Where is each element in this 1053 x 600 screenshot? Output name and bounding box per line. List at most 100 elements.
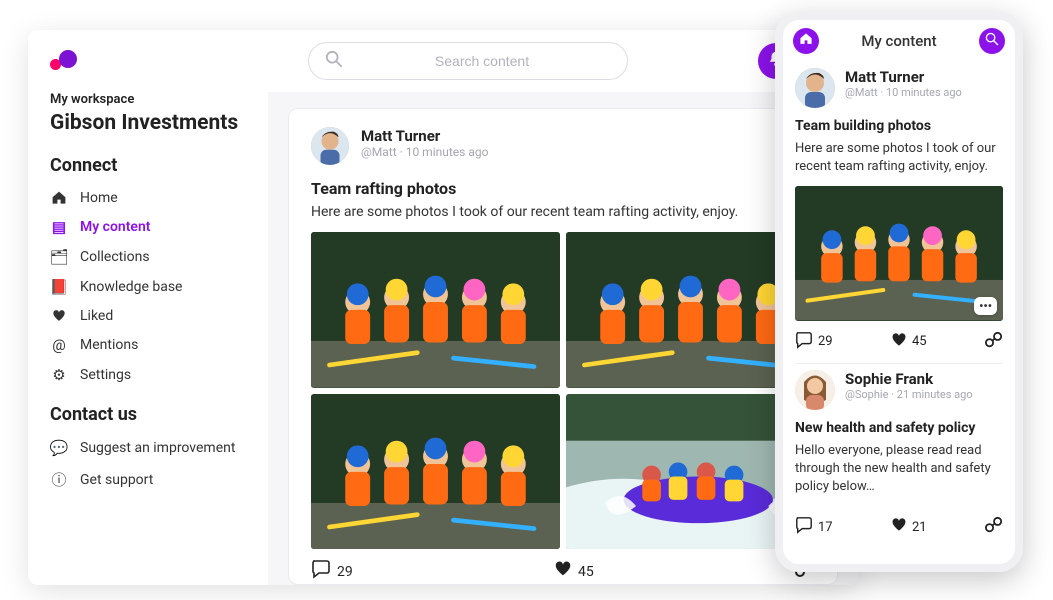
at-icon: @ [50, 336, 68, 354]
main-column: 4 Matt Turner @Matt · 10 minutes ago [268, 30, 858, 585]
post-card: Matt Turner @Matt · 10 minutes ago Team … [288, 108, 838, 585]
comments-action[interactable]: 29 [795, 331, 833, 353]
search-icon [325, 50, 343, 72]
mobile-engagement-row: 29 45 [795, 321, 1003, 364]
post-photo[interactable] [311, 232, 560, 388]
workspace-name: Gibson Investments [50, 111, 246, 135]
mobile-post-body: Here are some photos I took of our recen… [795, 140, 1003, 176]
logo-dot-large [59, 50, 77, 68]
sidebar-item-label: Home [80, 190, 118, 206]
heart-icon [554, 560, 572, 583]
mobile-post-header: Matt Turner @Matt · 10 minutes ago [795, 68, 1003, 108]
book-icon: 📕 [50, 278, 68, 296]
mobile-post-photo[interactable]: ••• [795, 186, 1003, 320]
search-icon [985, 32, 999, 50]
post-author-name[interactable]: Matt Turner [361, 127, 783, 145]
mobile-title: My content [861, 32, 936, 50]
mobile-post-title: Team building photos [795, 118, 1003, 134]
mobile-post-meta: @Matt · 10 minutes ago [845, 86, 962, 99]
mobile-post-meta: @Sophie · 21 minutes ago [845, 388, 973, 401]
list-icon: ▤ [50, 218, 68, 236]
post-title: Team rafting photos [311, 179, 815, 198]
sidebar-item-my-content[interactable]: ▤ My content [50, 212, 246, 242]
mobile-post-title: New health and safety policy [795, 420, 1003, 436]
comments-count: 17 [818, 520, 833, 535]
home-icon [50, 190, 68, 206]
sidebar-item-support[interactable]: ⓘ Get support [50, 463, 246, 496]
section-title-contact: Contact us [50, 404, 246, 425]
likes-count: 45 [578, 564, 594, 580]
post-photo[interactable] [311, 394, 560, 550]
mobile-post-body: Hello everyone, please read read through… [795, 442, 1003, 497]
sidebar-item-label: Mentions [80, 337, 138, 353]
post-meta-block: Matt Turner @Matt · 10 minutes ago [361, 127, 783, 159]
sidebar-item-label: My content [80, 219, 151, 235]
likes-action[interactable]: 21 [891, 517, 927, 537]
sidebar-item-collections[interactable]: 🗂 Collections [50, 242, 246, 272]
post-header: Matt Turner @Matt · 10 minutes ago [311, 127, 815, 165]
sidebar-item-liked[interactable]: Liked [50, 302, 246, 330]
share-action[interactable] [985, 516, 1003, 538]
share-action[interactable] [985, 331, 1003, 353]
search-input[interactable] [353, 53, 611, 69]
sidebar-item-home[interactable]: Home [50, 184, 246, 212]
mobile-post-avatar[interactable] [795, 370, 835, 410]
link-icon [985, 516, 1003, 538]
sidebar-item-label: Suggest an improvement [80, 440, 235, 456]
sidebar-item-label: Knowledge base [80, 279, 182, 295]
mobile-post-avatar[interactable] [795, 68, 835, 108]
mobile-header: My content [783, 20, 1015, 62]
photo-grid: ••• [311, 232, 815, 549]
sidebar-item-mentions[interactable]: @ Mentions [50, 330, 246, 360]
mobile-frame: My content Matt Turner @Matt · 10 minute… [775, 12, 1023, 572]
mobile-post-author[interactable]: Sophie Frank [845, 370, 973, 388]
sidebar-item-knowledge-base[interactable]: 📕 Knowledge base [50, 272, 246, 302]
workspace-label: My workspace [50, 92, 246, 107]
home-icon [799, 32, 813, 50]
sidebar-item-suggest[interactable]: 💬 Suggest an improvement [50, 433, 246, 463]
likes-action[interactable]: 45 [554, 560, 594, 583]
comments-count: 29 [818, 334, 833, 349]
likes-action[interactable]: 45 [891, 332, 927, 352]
mobile-post: Matt Turner @Matt · 10 minutes ago Team … [795, 62, 1003, 364]
topbar: 4 [268, 30, 858, 92]
section-title-connect: Connect [50, 155, 246, 176]
collections-icon: 🗂 [50, 248, 68, 266]
heart-icon [891, 517, 907, 537]
mobile-post-author[interactable]: Matt Turner [845, 68, 962, 86]
desktop-window: My workspace Gibson Investments Connect … [28, 30, 858, 585]
sidebar-item-label: Settings [80, 367, 131, 383]
likes-count: 45 [912, 334, 927, 349]
link-icon [985, 331, 1003, 353]
mobile-post: Sophie Frank @Sophie · 21 minutes ago Ne… [795, 364, 1003, 549]
post-meta: @Matt · 10 minutes ago [361, 145, 783, 159]
post-author-avatar[interactable] [311, 127, 349, 165]
chat-icon: 💬 [50, 439, 68, 457]
app-logo [50, 50, 246, 68]
heart-icon [50, 309, 68, 323]
mobile-search-button[interactable] [979, 28, 1005, 54]
sidebar-item-label: Liked [80, 308, 113, 324]
mobile-post-header: Sophie Frank @Sophie · 21 minutes ago [795, 370, 1003, 410]
comment-icon [311, 559, 331, 584]
engagement-row: 29 45 [311, 549, 815, 584]
comments-count: 29 [337, 564, 353, 580]
sidebar-item-label: Collections [80, 249, 150, 265]
feed-area: Matt Turner @Matt · 10 minutes ago Team … [268, 92, 858, 585]
more-button[interactable]: ••• [974, 297, 997, 315]
comment-icon [795, 331, 813, 353]
info-icon: ⓘ [50, 469, 68, 490]
mobile-scroll[interactable]: Matt Turner @Matt · 10 minutes ago Team … [783, 62, 1015, 564]
heart-icon [891, 332, 907, 352]
mobile-engagement-row: 17 21 [795, 506, 1003, 548]
comments-action[interactable]: 17 [795, 516, 833, 538]
sidebar: My workspace Gibson Investments Connect … [28, 30, 268, 585]
likes-count: 21 [912, 520, 927, 535]
gear-icon: ⚙ [50, 366, 68, 384]
sidebar-item-settings[interactable]: ⚙ Settings [50, 360, 246, 390]
mobile-home-button[interactable] [793, 28, 819, 54]
post-body: Here are some photos I took of our recen… [311, 204, 815, 220]
sidebar-item-label: Get support [80, 472, 153, 488]
comments-action[interactable]: 29 [311, 559, 353, 584]
search-container[interactable] [308, 42, 628, 80]
